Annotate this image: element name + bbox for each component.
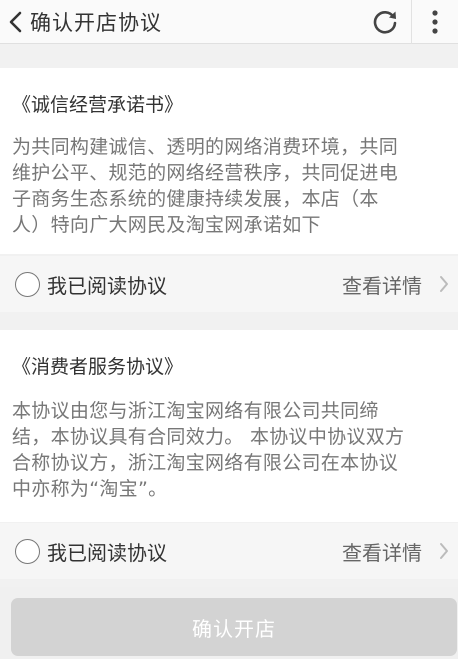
detail-chevron[interactable] xyxy=(434,256,454,312)
view-details-link-2[interactable]: 查看详情 xyxy=(342,537,422,566)
agreement-body-line: 人）特向广大网民及淘宝网承诺如下 xyxy=(12,214,321,236)
chevron-right-icon xyxy=(440,276,448,292)
confirm-open-store-button[interactable]: 确认开店 xyxy=(11,598,457,656)
agreement-body-line: 合称协议方，浙江淘宝网络有限公司在本协议 xyxy=(12,452,399,474)
detail-chevron[interactable] xyxy=(434,523,454,579)
header-actions xyxy=(361,0,458,44)
agree-label[interactable]: 我已阅读协议 xyxy=(47,270,167,299)
chevron-left-icon xyxy=(9,11,22,32)
agreement-body: 本协议由您与浙江淘宝网络有限公司共同缔 结，本协议具有合同效力。 本协议中协议双… xyxy=(0,398,416,502)
agreement-body-line: 结，本协议具有合同效力。 本协议中协议双方 xyxy=(12,426,405,448)
agreement-body-line: 维护公平、规范的网络经营秩序，共同促进电 xyxy=(12,162,399,184)
refresh-button[interactable] xyxy=(361,0,409,44)
view-details-link-1[interactable]: 查看详情 xyxy=(342,270,422,299)
back-button[interactable] xyxy=(2,0,28,44)
agreement-body-line: 中亦称为“淘宝”。 xyxy=(12,478,168,500)
agreement-title: 《消费者服务协议》 xyxy=(12,356,184,378)
chevron-right-icon xyxy=(440,543,448,559)
agreement-body-line: 为共同构建诚信、透明的网络消费环境，共同 xyxy=(12,136,399,158)
agree-radio-2[interactable] xyxy=(15,538,40,564)
agree-radio-1[interactable] xyxy=(15,271,40,297)
agreement-title: 《诚信经营承诺书》 xyxy=(12,94,184,116)
page-title: 确认开店协议 xyxy=(30,10,162,35)
more-button[interactable] xyxy=(412,0,458,44)
refresh-icon xyxy=(373,11,397,34)
agreement-body-line: 子商务生态系统的健康持续发展，本店（本 xyxy=(12,188,379,210)
agreement-body: 为共同构建诚信、透明的网络消费环境，共同 维护公平、规范的网络经营秩序，共同促进… xyxy=(0,134,410,238)
more-vertical-icon xyxy=(432,10,438,34)
agree-row-1: 我已阅读协议 查看详情 xyxy=(0,256,458,312)
agree-row-2: 我已阅读协议 查看详情 xyxy=(0,523,458,579)
agreement-body-line: 本协议由您与浙江淘宝网络有限公司共同缔 xyxy=(12,400,379,422)
agree-label[interactable]: 我已阅读协议 xyxy=(47,537,167,566)
top-bar: 确认开店协议 xyxy=(0,0,458,44)
agreement-card-1: 《诚信经营承诺书》 为共同构建诚信、透明的网络消费环境，共同 维护公平、规范的网… xyxy=(0,68,458,254)
agreement-card-2: 《消费者服务协议》 本协议由您与浙江淘宝网络有限公司共同缔 结，本协议具有合同效… xyxy=(0,330,458,522)
